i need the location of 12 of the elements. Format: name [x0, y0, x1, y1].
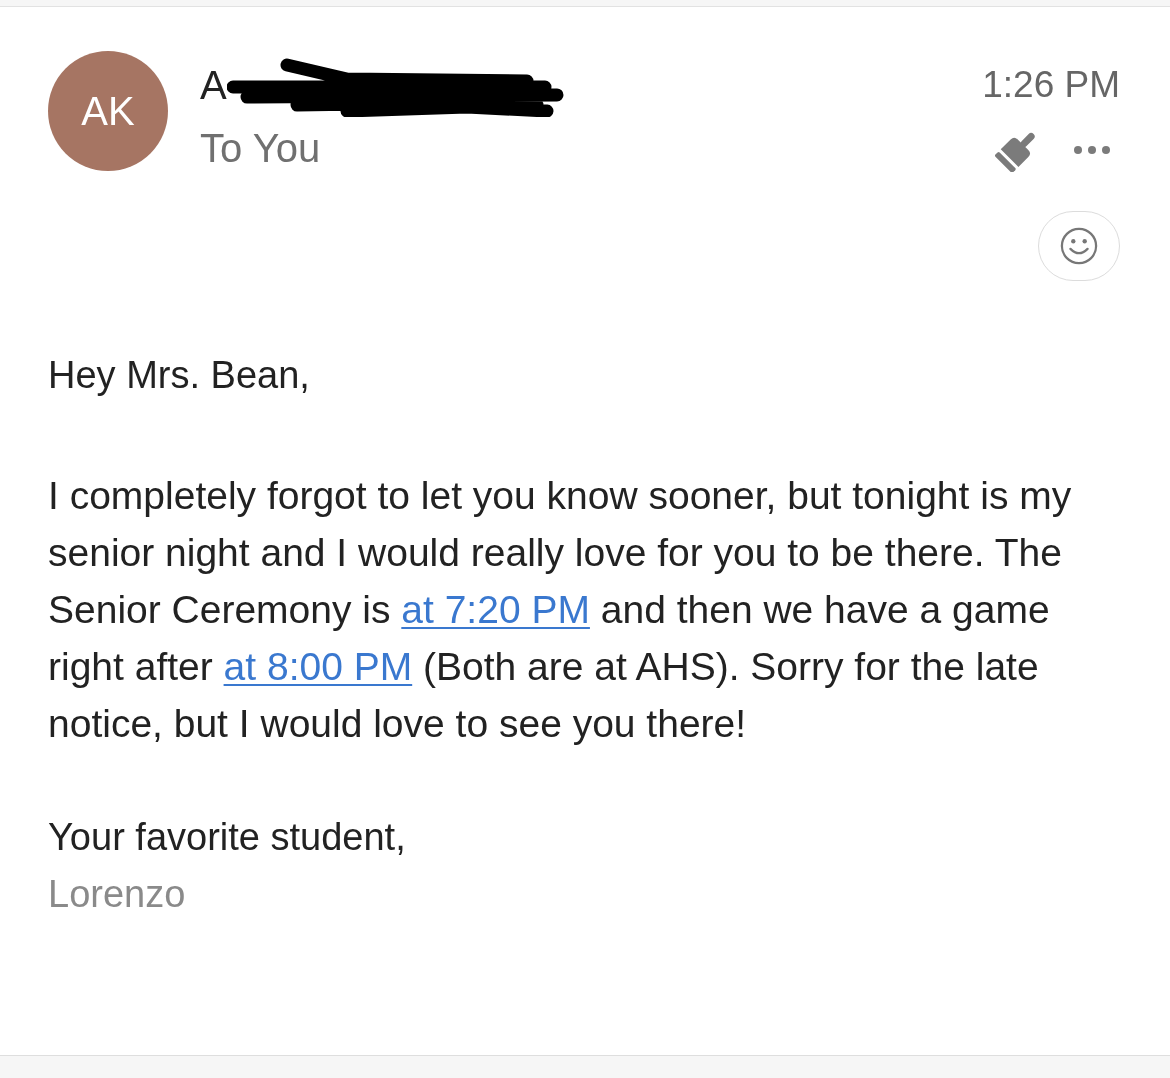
sender-name: A: [200, 62, 227, 109]
avatar: AK: [48, 51, 168, 171]
signature-text: Lorenzo: [48, 872, 187, 917]
closing-text: Your favorite student,: [48, 815, 407, 860]
message-paragraph: I completely forgot to let you know sooner, but tonight is my senior night and I would really love for you to be there. The Senior Ceremony is at 7:20 PM and then we have a game right after at 8:00 PM (Both are at AHS). Sorry for the late notice, but I would love to see you there!: [48, 473, 1073, 747]
smiley-icon: [1060, 227, 1098, 265]
time-link[interactable]: at 8:00 PM: [223, 645, 413, 688]
time-label: 1:26 PM: [982, 63, 1120, 107]
more-icon[interactable]: [1073, 145, 1111, 155]
time-link[interactable]: at 7:20 PM: [401, 588, 590, 631]
greeting-text: Hey Mrs. Bean,: [48, 353, 311, 398]
recipient-label: To You: [200, 125, 322, 172]
